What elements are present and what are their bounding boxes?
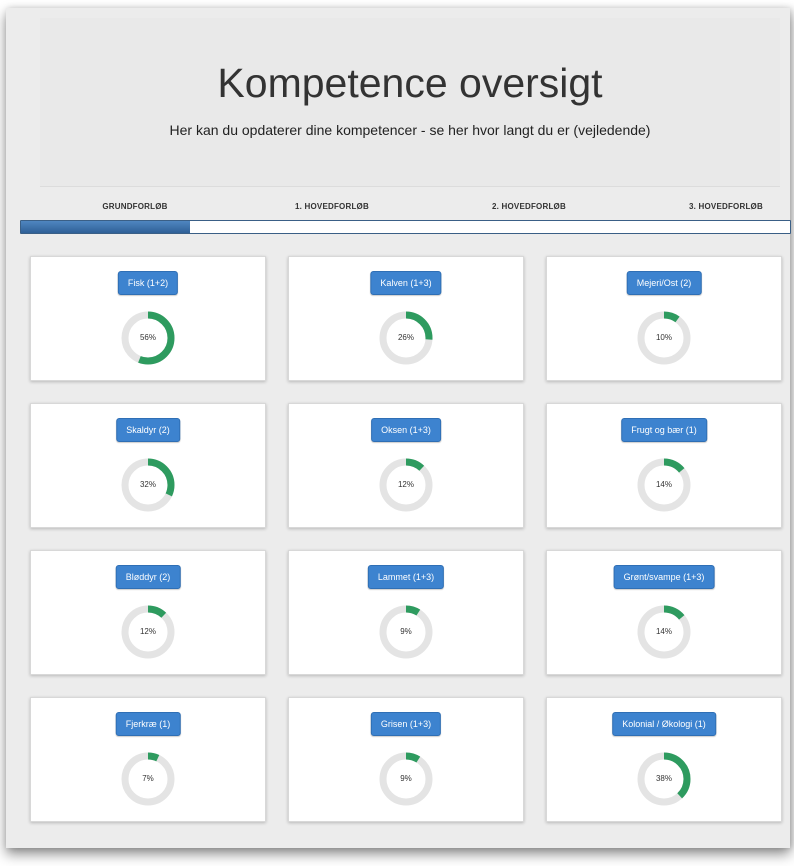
progress-donut: 14% (636, 604, 692, 660)
competence-button[interactable]: Bløddyr (2) (115, 565, 181, 589)
competence-button[interactable]: Grisen (1+3) (370, 712, 442, 736)
competence-card: Skaldyr (2) 32% (30, 403, 266, 528)
competence-card: Kalven (1+3) 26% (288, 256, 524, 381)
step-hovedforloeb-3: 3. HOVEDFORLØB (689, 202, 763, 211)
progress-donut: 10% (636, 310, 692, 366)
step-hovedforloeb-2: 2. HOVEDFORLØB (492, 202, 566, 211)
progress-donut: 56% (120, 310, 176, 366)
competence-card: Grisen (1+3) 9% (288, 697, 524, 822)
progress-donut: 9% (378, 751, 434, 807)
progress-donut: 14% (636, 457, 692, 513)
progress-donut: 26% (378, 310, 434, 366)
competence-card: Frugt og bær (1) 14% (546, 403, 782, 528)
progress-percent-label: 56% (139, 333, 156, 342)
step-grundforloeb: GRUNDFORLØB (102, 202, 168, 211)
progress-percent-label: 38% (655, 774, 672, 783)
progress-bar-fill (21, 221, 191, 233)
competence-button[interactable]: Grønt/svampe (1+3) (613, 565, 715, 589)
competence-card: Oksen (1+3) 12% (288, 403, 524, 528)
competence-button[interactable]: Oksen (1+3) (371, 418, 441, 442)
progress-percent-label: 26% (397, 333, 414, 342)
progress-donut: 7% (120, 751, 176, 807)
competence-card: Bløddyr (2) 12% (30, 550, 266, 675)
competence-sheet: Kompetence oversigt Her kan du opdaterer… (6, 8, 791, 848)
competence-card: Fisk (1+2) 56% (30, 256, 266, 381)
competence-button[interactable]: Frugt og bær (1) (621, 418, 707, 442)
course-progress: GRUNDFORLØB 1. HOVEDFORLØB 2. HOVEDFORLØ… (20, 200, 791, 240)
progress-percent-label: 10% (655, 333, 672, 342)
progress-percent-label: 9% (400, 627, 412, 636)
competence-card: Lammet (1+3) 9% (288, 550, 524, 675)
progress-donut: 32% (120, 457, 176, 513)
progress-donut: 12% (120, 604, 176, 660)
competence-button[interactable]: Kalven (1+3) (370, 271, 442, 295)
competence-button[interactable]: Fisk (1+2) (117, 271, 179, 295)
progress-percent-label: 12% (139, 627, 156, 636)
progress-percent-label: 7% (142, 774, 154, 783)
competence-button[interactable]: Fjerkræ (1) (115, 712, 181, 736)
competence-card: Grønt/svampe (1+3) 14% (546, 550, 782, 675)
progress-percent-label: 32% (139, 480, 156, 489)
header-panel: Kompetence oversigt Her kan du opdaterer… (40, 18, 780, 187)
progress-bar (20, 220, 791, 234)
page-subtitle: Her kan du opdaterer dine kompetencer - … (169, 122, 651, 138)
progress-donut: 12% (378, 457, 434, 513)
competence-card: Kolonial / Økologi (1) 38% (546, 697, 782, 822)
progress-percent-label: 14% (655, 627, 672, 636)
progress-donut: 38% (636, 751, 692, 807)
step-hovedforloeb-1: 1. HOVEDFORLØB (295, 202, 369, 211)
competence-button[interactable]: Mejeri/Ost (2) (626, 271, 702, 295)
competence-card: Mejeri/Ost (2) 10% (546, 256, 782, 381)
competence-button[interactable]: Kolonial / Økologi (1) (612, 712, 716, 736)
page-title: Kompetence oversigt (217, 60, 603, 106)
progress-percent-label: 9% (400, 774, 412, 783)
progress-donut: 9% (378, 604, 434, 660)
progress-percent-label: 12% (397, 480, 414, 489)
competence-card: Fjerkræ (1) 7% (30, 697, 266, 822)
competence-button[interactable]: Skaldyr (2) (116, 418, 180, 442)
progress-percent-label: 14% (655, 480, 672, 489)
competence-button[interactable]: Lammet (1+3) (367, 565, 445, 589)
page-frame: Kompetence oversigt Her kan du opdaterer… (0, 0, 794, 866)
